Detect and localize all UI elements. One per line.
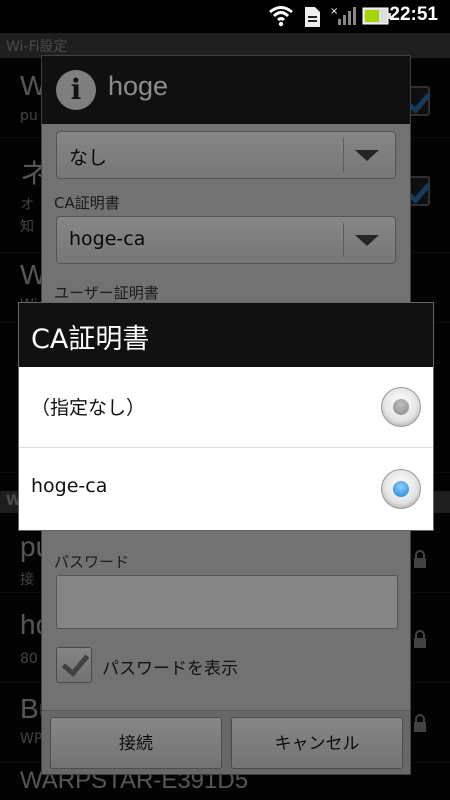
radio-option[interactable]: hoge-ca <box>19 449 433 530</box>
ca-cert-picker-dialog: CA証明書 （指定なし） hoge-ca <box>18 302 434 531</box>
svg-text:×: × <box>330 6 338 17</box>
radio-option[interactable]: （指定なし） <box>19 367 433 448</box>
radio-button-selected[interactable] <box>381 469 421 509</box>
status-bar: × 22:51 <box>0 0 450 33</box>
radio-dot <box>393 399 409 415</box>
option-label: （指定なし） <box>31 397 146 419</box>
sd-card-icon <box>305 7 320 27</box>
option-label: hoge-ca <box>31 475 108 497</box>
signal-strength-icon: × <box>330 6 356 25</box>
wifi-icon <box>269 6 293 27</box>
dialog-title: CA証明書 <box>19 303 433 367</box>
radio-dot <box>393 481 409 497</box>
radio-button[interactable] <box>381 387 421 427</box>
battery-icon <box>362 7 391 25</box>
status-clock: 22:51 <box>389 4 438 25</box>
